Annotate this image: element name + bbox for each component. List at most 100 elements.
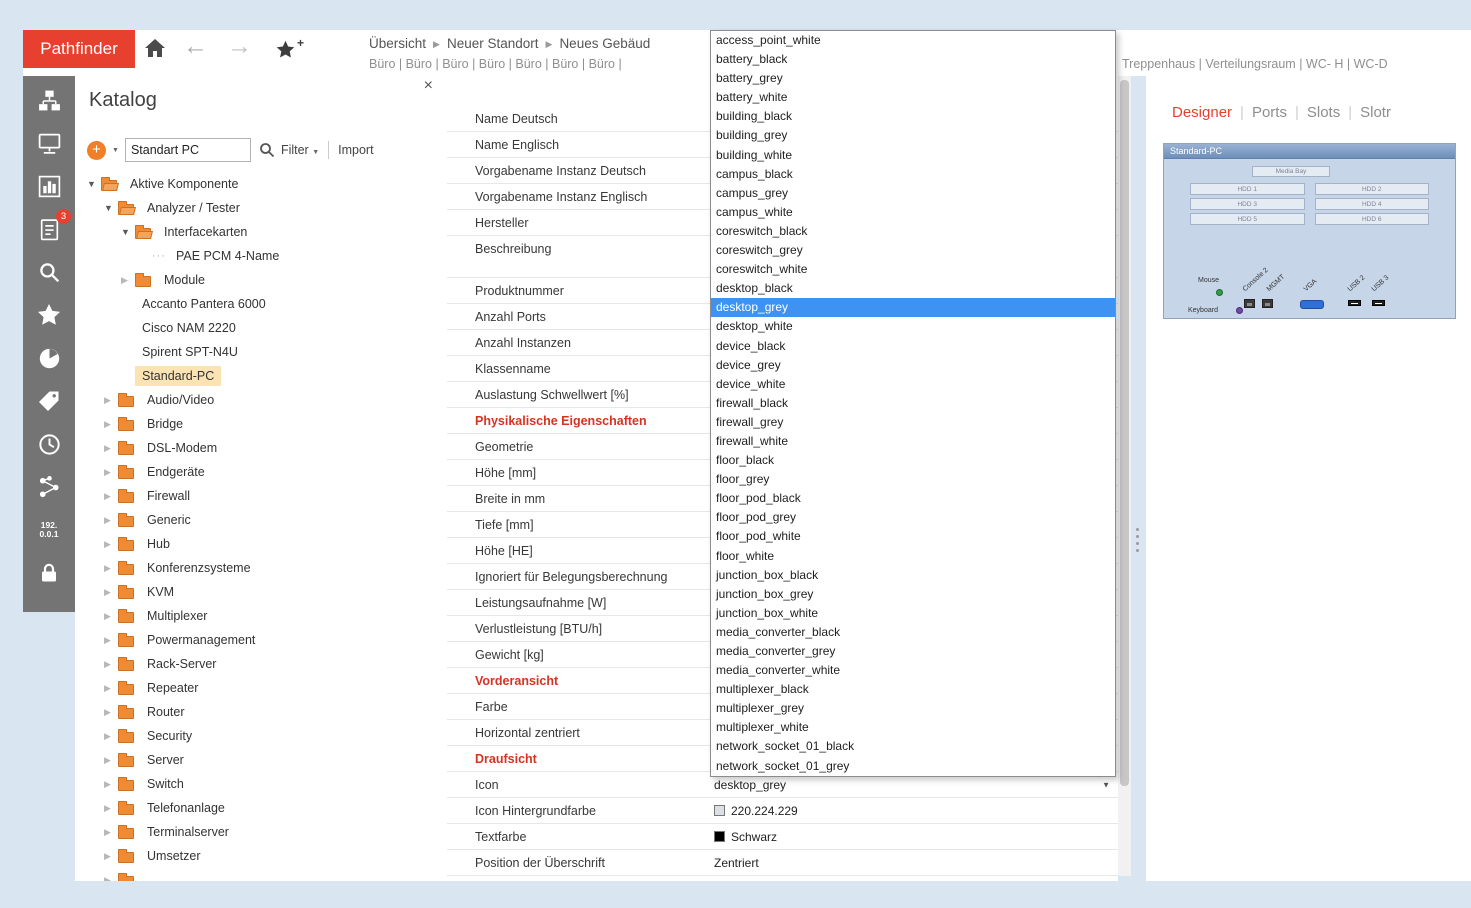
- tab-ports[interactable]: Ports: [1252, 104, 1287, 121]
- dropdown-option[interactable]: floor_pod_black: [711, 489, 1115, 508]
- expand-icon[interactable]: ▶: [104, 635, 118, 646]
- tree-item[interactable]: ▶Module: [75, 268, 447, 292]
- dropdown-option[interactable]: multiplexer_grey: [711, 699, 1115, 718]
- tree-item[interactable]: ▶Multiplexer: [75, 604, 447, 628]
- tab-slots[interactable]: Slots: [1307, 104, 1340, 121]
- tree-item[interactable]: ▼Analyzer / Tester: [75, 196, 447, 220]
- dropdown-option[interactable]: campus_grey: [711, 184, 1115, 203]
- breadcrumb-item[interactable]: Neuer Standort: [447, 36, 539, 51]
- expand-icon[interactable]: ▶: [104, 731, 118, 742]
- tree-item[interactable]: Spirent SPT-N4U: [75, 340, 447, 364]
- dropdown-option-selected[interactable]: desktop_grey: [711, 298, 1115, 317]
- dropdown-option[interactable]: access_point_white: [711, 31, 1115, 50]
- tree-item[interactable]: ▼Interfacekarten: [75, 220, 447, 244]
- dropdown-option[interactable]: battery_black: [711, 50, 1115, 69]
- tree-item[interactable]: ▶Firewall: [75, 484, 447, 508]
- tree-item[interactable]: ▶: [75, 868, 447, 881]
- expand-icon[interactable]: ▶: [104, 779, 118, 790]
- dropdown-option[interactable]: media_converter_black: [711, 623, 1115, 642]
- dropdown-option[interactable]: floor_white: [711, 547, 1115, 566]
- dropdown-option[interactable]: network_socket_01_grey: [711, 757, 1115, 776]
- ip-address-item[interactable]: 192.0.0.1: [34, 515, 64, 545]
- history-icon[interactable]: [34, 429, 64, 459]
- expand-icon[interactable]: ▶: [104, 419, 118, 430]
- dropdown-option[interactable]: floor_grey: [711, 470, 1115, 489]
- home-button[interactable]: [143, 39, 167, 61]
- expand-icon[interactable]: ▶: [104, 875, 118, 882]
- dropdown-option[interactable]: multiplexer_white: [711, 718, 1115, 737]
- report-icon[interactable]: [34, 171, 64, 201]
- splitter-handle[interactable]: [1136, 528, 1139, 552]
- tree-item[interactable]: ▶Terminalserver: [75, 820, 447, 844]
- expand-icon[interactable]: ▶: [104, 539, 118, 550]
- expand-icon[interactable]: ▶: [104, 659, 118, 670]
- expand-icon[interactable]: ▶: [104, 587, 118, 598]
- dropdown-option[interactable]: building_black: [711, 107, 1115, 126]
- favorites-icon[interactable]: [34, 300, 64, 330]
- combo-arrow-icon[interactable]: ▼: [1102, 780, 1110, 789]
- tree-item[interactable]: ···PAE PCM 4-Name: [75, 244, 447, 268]
- dropdown-option[interactable]: junction_box_black: [711, 566, 1115, 585]
- tree-item[interactable]: ▶Security: [75, 724, 447, 748]
- expand-icon[interactable]: ▶: [104, 707, 118, 718]
- dropdown-option[interactable]: junction_box_white: [711, 604, 1115, 623]
- properties-scrollbar[interactable]: [1118, 76, 1131, 876]
- tree-item[interactable]: ▶Hub: [75, 532, 447, 556]
- collapse-icon[interactable]: ▼: [121, 227, 135, 237]
- tree-item[interactable]: ▶Umsetzer: [75, 844, 447, 868]
- scrollbar-thumb[interactable]: [1120, 80, 1129, 786]
- tree-item[interactable]: ▶Endgeräte: [75, 460, 447, 484]
- search-icon[interactable]: [34, 257, 64, 287]
- expand-icon[interactable]: ▶: [104, 443, 118, 454]
- expand-icon[interactable]: ▶: [104, 803, 118, 814]
- tree-item[interactable]: ▶Router: [75, 700, 447, 724]
- close-icon[interactable]: ×: [424, 77, 433, 95]
- dropdown-option[interactable]: desktop_black: [711, 279, 1115, 298]
- tree-item[interactable]: ▶KVM: [75, 580, 447, 604]
- dropdown-option[interactable]: network_socket_01_black: [711, 737, 1115, 756]
- dropdown-option[interactable]: battery_grey: [711, 69, 1115, 88]
- tree-item[interactable]: ▶Telefonanlage: [75, 796, 447, 820]
- tree-item[interactable]: ▶Repeater: [75, 676, 447, 700]
- add-favorite-button[interactable]: +: [275, 39, 296, 65]
- tree-item-selected[interactable]: Standard-PC: [75, 364, 447, 388]
- dropdown-option[interactable]: floor_black: [711, 451, 1115, 470]
- app-logo[interactable]: Pathfinder: [23, 30, 135, 68]
- tree-item[interactable]: ▶Server: [75, 748, 447, 772]
- device-preview[interactable]: Standard-PC Media Bay HDD 1HDD 2HDD 3HDD…: [1163, 143, 1456, 319]
- tree-item[interactable]: ▶Switch: [75, 772, 447, 796]
- dropdown-option[interactable]: floor_pod_grey: [711, 508, 1115, 527]
- tree-item[interactable]: ▶Bridge: [75, 412, 447, 436]
- dropdown-option[interactable]: firewall_black: [711, 394, 1115, 413]
- search-icon[interactable]: [259, 142, 275, 158]
- dropdown-option[interactable]: media_converter_grey: [711, 642, 1115, 661]
- dropdown-option[interactable]: campus_white: [711, 203, 1115, 222]
- dropdown-option[interactable]: coreswitch_black: [711, 222, 1115, 241]
- filter-button[interactable]: Filter ▼: [281, 143, 319, 157]
- workstation-icon[interactable]: [34, 128, 64, 158]
- topology-icon[interactable]: [34, 85, 64, 115]
- dropdown-option[interactable]: device_black: [711, 337, 1115, 356]
- dropdown-option[interactable]: building_grey: [711, 126, 1115, 145]
- expand-icon[interactable]: ▶: [104, 755, 118, 766]
- dropdown-option[interactable]: junction_box_grey: [711, 585, 1115, 604]
- dropdown-option[interactable]: firewall_white: [711, 432, 1115, 451]
- tree-item[interactable]: ▶Audio/Video: [75, 388, 447, 412]
- dropdown-option[interactable]: media_converter_white: [711, 661, 1115, 680]
- add-component-button[interactable]: +: [87, 141, 106, 160]
- dropdown-option[interactable]: battery_white: [711, 88, 1115, 107]
- tab-designer[interactable]: Designer: [1172, 104, 1232, 121]
- dropdown-option[interactable]: building_white: [711, 146, 1115, 165]
- dropdown-option[interactable]: device_white: [711, 375, 1115, 394]
- expand-icon[interactable]: ▶: [104, 467, 118, 478]
- expand-icon[interactable]: ▶: [104, 491, 118, 502]
- collapse-icon[interactable]: ▼: [87, 179, 101, 189]
- tree-item[interactable]: ▶DSL-Modem: [75, 436, 447, 460]
- add-menu-caret-icon[interactable]: ▼: [112, 147, 119, 154]
- tree-item[interactable]: ▶Generic: [75, 508, 447, 532]
- expand-icon[interactable]: ▶: [104, 683, 118, 694]
- dropdown-option[interactable]: floor_pod_white: [711, 527, 1115, 546]
- tree-item[interactable]: ▶Rack-Server: [75, 652, 447, 676]
- import-button[interactable]: Import: [338, 143, 373, 157]
- breadcrumb-item[interactable]: Übersicht: [369, 36, 426, 51]
